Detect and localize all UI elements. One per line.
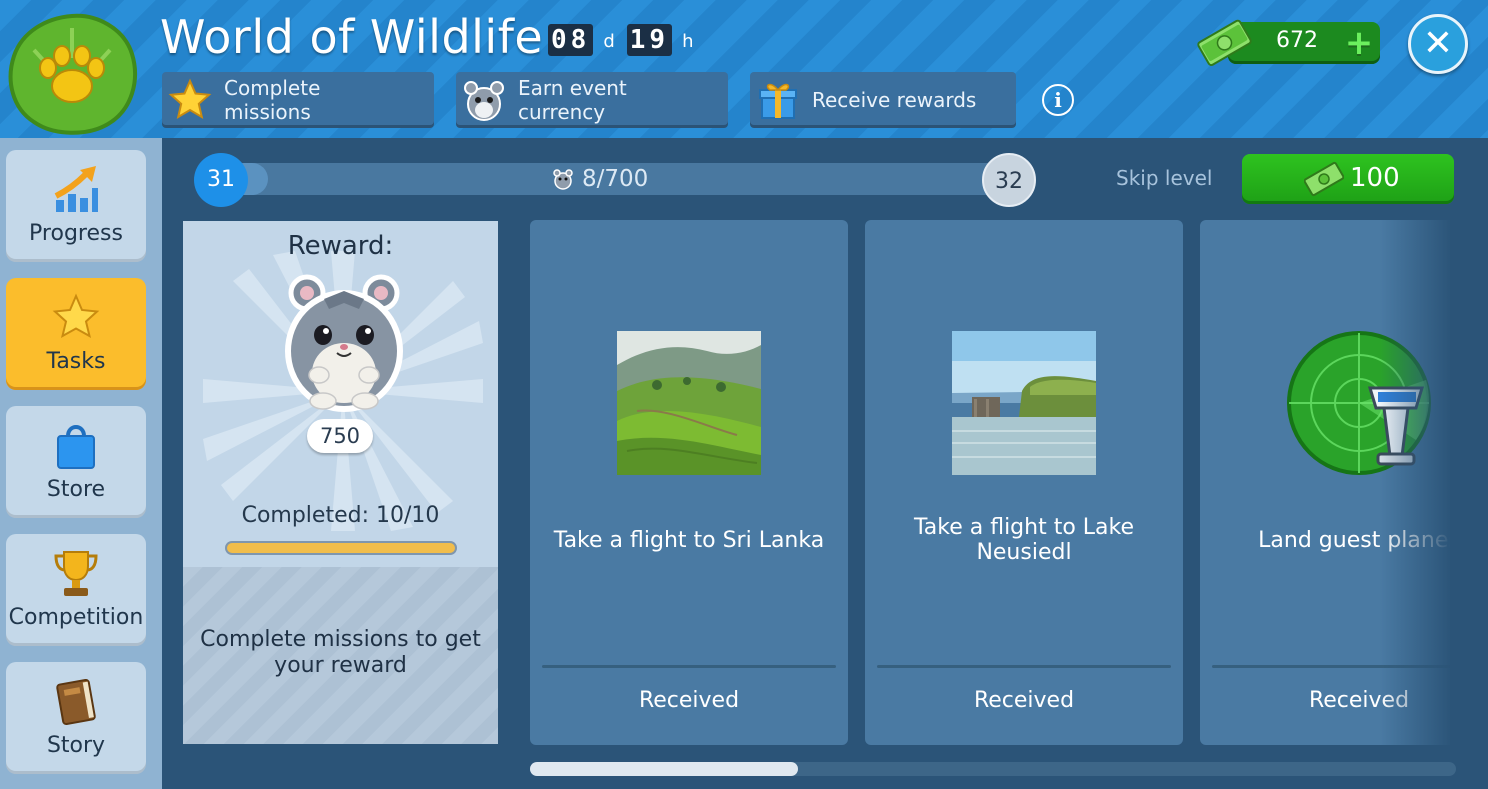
timer-hours: 19 — [626, 24, 673, 56]
timer-days: 08 — [548, 24, 594, 56]
sidebar-item-label: Progress — [29, 221, 123, 246]
mission-status: Received — [973, 688, 1075, 713]
sidebar-item-story[interactable]: Story — [6, 662, 146, 774]
sidebar: Progress Tasks Store Competition Story — [0, 138, 162, 789]
step-label: Complete missions — [224, 76, 321, 124]
reward-completed-count: Completed: 10/10 — [241, 503, 440, 528]
step-receive-rewards: Receive rewards — [750, 72, 1016, 128]
step-complete-missions: Complete missions — [162, 72, 434, 128]
reward-amount: 750 — [307, 419, 373, 453]
cash-bills-icon — [1197, 19, 1252, 67]
mission-card[interactable]: Take a flight to Sri Lanka Received — [530, 220, 848, 745]
reward-title: Reward: — [287, 231, 394, 261]
mission-title: Take a flight to Lake Neusiedl — [913, 515, 1135, 565]
current-level-badge: 31 — [194, 153, 248, 207]
paw-leaf-logo — [8, 13, 137, 135]
step-label: Receive rewards — [812, 88, 977, 112]
level-progress: 8/700 — [552, 166, 648, 192]
trophy-icon — [54, 551, 98, 596]
sidebar-item-tasks[interactable]: Tasks — [6, 278, 146, 390]
timer-days-unit: d — [603, 31, 615, 52]
carousel-scrollbar-thumb[interactable] — [530, 762, 798, 776]
star-icon — [168, 78, 212, 120]
sidebar-item-label: Tasks — [46, 349, 106, 374]
card-divider — [877, 665, 1171, 668]
event-steps: Complete missions Earn event currency Re… — [162, 72, 1038, 128]
sri-lanka-tea-hills-photo — [617, 331, 761, 475]
mission-carousel[interactable]: Take a flight to Sri Lanka Received Take… — [530, 220, 1450, 746]
cash-amount: 672 — [1276, 28, 1318, 53]
reward-message: Complete missions to get your reward — [200, 627, 481, 678]
step-label: Earn event currency — [518, 76, 627, 124]
timer-hours-unit: h — [682, 31, 694, 52]
reward-progress-fill — [227, 543, 455, 553]
carousel-edge-fade — [1380, 220, 1452, 746]
skip-level-cost: 100 — [1350, 163, 1400, 193]
reward-panel: Reward: 750 Completed: 10/10 Complete mi… — [183, 221, 498, 744]
gift-icon — [759, 83, 797, 119]
mission-status: Received — [638, 688, 740, 713]
mission-title: Take a flight to Sri Lanka — [553, 527, 825, 553]
sidebar-item-label: Competition — [8, 605, 144, 630]
next-level-badge: 32 — [982, 153, 1036, 207]
skip-level-label: Skip level — [1116, 166, 1213, 190]
event-title: World of Wildlife — [160, 10, 544, 64]
add-cash-button[interactable]: + — [1342, 26, 1376, 60]
sidebar-item-progress[interactable]: Progress — [6, 150, 146, 262]
book-icon — [56, 679, 96, 725]
reward-footer: Complete missions to get your reward — [183, 567, 498, 744]
info-button[interactable]: i — [1042, 84, 1074, 116]
sidebar-item-store[interactable]: Store — [6, 406, 146, 518]
step-earn-currency: Earn event currency — [456, 72, 728, 128]
star-icon — [52, 293, 100, 338]
shopping-bag-icon — [57, 425, 95, 469]
mission-card[interactable]: Take a flight to Lake Neusiedl Received — [865, 220, 1183, 745]
progress-arrow-icon — [54, 166, 98, 212]
skip-level-button[interactable]: 100 — [1242, 154, 1454, 204]
close-button[interactable]: ✕ — [1408, 14, 1468, 74]
sidebar-item-label: Store — [46, 477, 106, 502]
event-header: World of Wildlife 08 d 19 h Complete mis… — [0, 0, 1488, 138]
sidebar-item-competition[interactable]: Competition — [6, 534, 146, 646]
card-divider — [542, 665, 836, 668]
lake-neusiedl-photo — [952, 331, 1096, 475]
hamster-icon — [464, 81, 504, 121]
level-progress-text: 8/700 — [582, 166, 649, 192]
hamster-icon — [553, 169, 573, 190]
hamster-reward-icon — [285, 274, 403, 412]
event-timer: 08 d 19 h — [548, 24, 701, 56]
cash-bills-icon — [1304, 161, 1344, 197]
sidebar-item-label: Story — [46, 733, 106, 758]
